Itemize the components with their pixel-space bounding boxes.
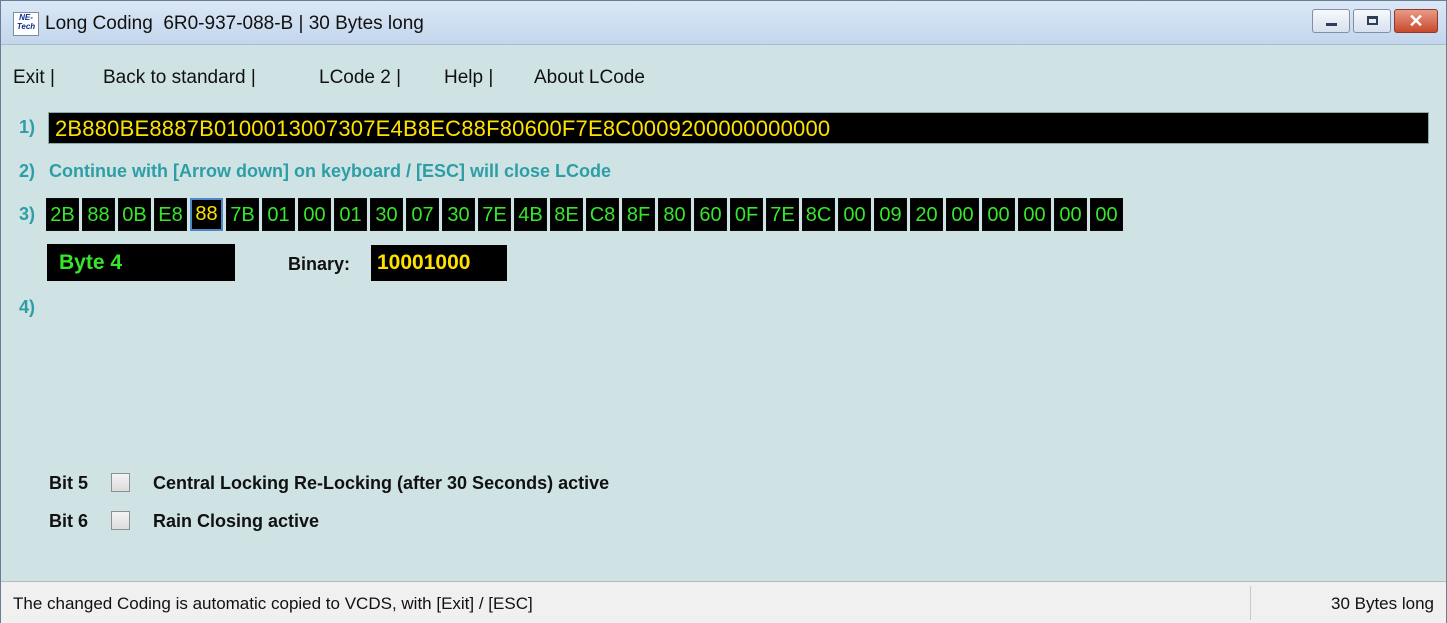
byte-cell[interactable]: 01 [262, 198, 295, 231]
status-message: The changed Coding is automatic copied t… [13, 594, 533, 613]
close-icon: ✕ [1408, 11, 1424, 31]
byte-cell[interactable]: 00 [946, 198, 979, 231]
coding-string-field[interactable]: 2B880BE8887B0100013007307E4B8EC88F80600F… [48, 112, 1429, 144]
byte-cell[interactable]: C8 [586, 198, 619, 231]
byte-cell[interactable]: 00 [1090, 198, 1123, 231]
row-3-label: 3) [19, 204, 36, 224]
minimize-button[interactable] [1312, 9, 1350, 33]
menu-back-to-standard[interactable]: Back to standard | [103, 67, 256, 89]
menu-lcode-2[interactable]: LCode 2 | [319, 67, 401, 89]
bit-description: Rain Closing active [153, 511, 320, 531]
status-divider [1250, 586, 1251, 620]
byte-cell[interactable]: 8F [622, 198, 655, 231]
bit-name: Bit 6 [49, 511, 89, 531]
byte-cell[interactable]: 7E [766, 198, 799, 231]
byte-cell[interactable]: 30 [442, 198, 475, 231]
byte-cell[interactable]: 00 [298, 198, 331, 231]
row-2-label: 2) [19, 161, 36, 181]
title-bar[interactable]: NE- Tech Long Coding 6R0-937-088-B | 30 … [1, 1, 1446, 45]
close-button[interactable]: ✕ [1394, 9, 1438, 33]
byte-cell[interactable]: 60 [694, 198, 727, 231]
byte-cell[interactable]: 00 [1054, 198, 1087, 231]
app-icon: NE- Tech [13, 12, 39, 36]
byte-cell-selected[interactable]: 88 [190, 198, 223, 231]
byte-cell[interactable]: 00 [982, 198, 1015, 231]
byte-cell[interactable]: 8C [802, 198, 835, 231]
byte-cell[interactable]: 4B [514, 198, 547, 231]
byte-cell[interactable]: 09 [874, 198, 907, 231]
app-icon-text-bottom: Tech [16, 22, 36, 31]
selected-byte-label: Byte 4 [47, 244, 235, 281]
window-title: Long Coding 6R0-937-088-B | 30 Bytes lon… [45, 13, 424, 34]
byte-cell[interactable]: 30 [370, 198, 403, 231]
row-4-label: 4) [19, 297, 36, 317]
bit-name: Bit 5 [49, 473, 89, 493]
instruction-text: Continue with [Arrow down] on keyboard /… [49, 161, 612, 181]
byte-cell[interactable]: 88 [82, 198, 115, 231]
byte-cell[interactable]: 0F [730, 198, 763, 231]
byte-cell[interactable]: 8E [550, 198, 583, 231]
byte-cell[interactable]: 7E [478, 198, 511, 231]
binary-label: Binary: [288, 254, 351, 274]
lcode-window: NE- Tech Long Coding 6R0-937-088-B | 30 … [0, 0, 1447, 623]
minimize-icon [1326, 23, 1337, 26]
byte-cell[interactable]: E8 [154, 198, 187, 231]
byte-cell[interactable]: 00 [838, 198, 871, 231]
binary-value: 10001000 [371, 245, 507, 281]
byte-cells-row: 2B 88 0B E8 88 7B 01 00 01 30 07 30 7E 4B 8E C8 8F 80 60 0F… [46, 198, 1126, 231]
byte-cell[interactable]: 07 [406, 198, 439, 231]
byte-cell[interactable]: 2B [46, 198, 79, 231]
byte-cell[interactable]: 00 [1018, 198, 1051, 231]
window-controls: ✕ [1312, 9, 1438, 33]
row-1-label: 1) [19, 117, 36, 137]
bit-6-checkbox[interactable] [111, 511, 130, 530]
status-length: 30 Bytes long [1330, 594, 1434, 613]
status-bar: The changed Coding is automatic copied t… [1, 581, 1446, 623]
menu-about-lcode[interactable]: About LCode [534, 67, 645, 89]
byte-cell[interactable]: 0B [118, 198, 151, 231]
byte-cell[interactable]: 80 [658, 198, 691, 231]
maximize-icon [1367, 16, 1378, 25]
byte-cell[interactable]: 20 [910, 198, 943, 231]
byte-cell[interactable]: 01 [334, 198, 367, 231]
bit-description: Central Locking Re-Locking (after 30 Sec… [153, 473, 610, 493]
menu-exit[interactable]: Exit | [13, 67, 55, 89]
maximize-button[interactable] [1353, 9, 1391, 33]
bit-5-checkbox[interactable] [111, 473, 130, 492]
byte-cell[interactable]: 7B [226, 198, 259, 231]
app-icon-text-top: NE- [19, 13, 33, 22]
menu-help[interactable]: Help | [444, 67, 493, 89]
